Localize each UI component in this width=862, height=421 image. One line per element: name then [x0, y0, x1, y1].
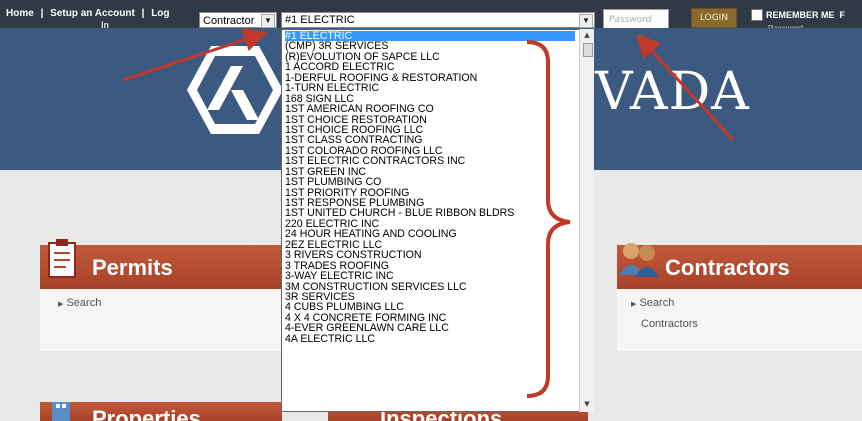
login-link[interactable]: Log: [151, 8, 169, 19]
cutoff-text: F: [839, 10, 846, 20]
dropdown-option[interactable]: 4A ELECTRIC LLC: [285, 334, 575, 344]
dropdown-option[interactable]: 1ST CHOICE ROOFING LLC: [285, 125, 575, 135]
dropdown-option[interactable]: 1ST CLASS CONTRACTING: [285, 135, 575, 145]
logo-text: VADA: [595, 62, 750, 122]
dropdown-option[interactable]: 3R SERVICES: [285, 292, 575, 302]
permits-title: Permits: [92, 255, 173, 280]
login-button[interactable]: LOGIN: [691, 8, 737, 28]
dropdown-option[interactable]: 24 HOUR HEATING AND COOLING: [285, 229, 575, 239]
dropdown-option[interactable]: 1ST COLORADO ROOFING LLC: [285, 146, 575, 156]
dropdown-scrollbar[interactable]: ▲ ▼: [579, 29, 594, 412]
nav-separator: |: [141, 8, 145, 19]
dropdown-option[interactable]: 4 X 4 CONCRETE FORMING INC: [285, 313, 575, 323]
dropdown-option[interactable]: (CMP) 3R SERVICES: [285, 41, 575, 51]
permits-search-link[interactable]: ▶ Search: [58, 297, 101, 309]
dropdown-option[interactable]: 1ST UNITED CHURCH - BLUE RIBBON BLDRS: [285, 208, 575, 218]
dropdown-option[interactable]: 168 SIGN LLC: [285, 94, 575, 104]
contractors-search-link[interactable]: ▶ Search: [631, 297, 674, 309]
dropdown-option[interactable]: 3M CONSTRUCTION SERVICES LLC: [285, 282, 575, 292]
dropdown-option[interactable]: 2EZ ELECTRIC LLC: [285, 240, 575, 250]
contractors-body: ▶ Search Contractors: [617, 289, 862, 351]
dropdown-items: #1 ELECTRIC (CMP) 3R SERVICES (R)EVOLUTION…: [285, 31, 575, 344]
dropdown-option[interactable]: 220 ELECTRIC INC: [285, 219, 575, 229]
dropdown-option[interactable]: 1ST GREEN INC: [285, 167, 575, 177]
logo-icon: [187, 46, 283, 134]
dropdown-option[interactable]: 1-TURN ELECTRIC: [285, 83, 575, 93]
setup-account-link[interactable]: Setup an Account: [50, 8, 135, 19]
dropdown-option[interactable]: 1 ACCORD ELECTRIC: [285, 62, 575, 72]
contractor-type-select[interactable]: Contractor ▼: [199, 12, 277, 28]
remember-me-label: REMEMBER ME F: [766, 10, 845, 20]
contractors-search-label: Search: [639, 297, 675, 309]
name-select-value: #1 ELECTRIC: [285, 14, 355, 26]
dropdown-option[interactable]: 1ST RESPONSE PLUMBING: [285, 198, 575, 208]
dropdown-option[interactable]: 1ST PRIORITY ROOFING: [285, 188, 575, 198]
permits-body: ▶ Search: [40, 289, 282, 351]
dropdown-option[interactable]: 1ST ELECTRIC CONTRACTORS INC: [285, 156, 575, 166]
contractors-header: Contractors: [617, 243, 862, 289]
nav-separator: |: [40, 8, 44, 19]
top-nav: Home | Setup an Account | Log In: [6, 8, 170, 30]
permits-header: Permits: [40, 239, 282, 289]
dropdown-option[interactable]: 3 RIVERS CONSTRUCTION: [285, 250, 575, 260]
dropdown-option[interactable]: 1ST PLUMBING CO: [285, 177, 575, 187]
triangle-right-icon: ▶: [631, 301, 637, 308]
dropdown-option[interactable]: 1-DERFUL ROOFING & RESTORATION: [285, 73, 575, 83]
permits-search-label: Search: [66, 297, 102, 309]
contractors-link[interactable]: Contractors: [641, 318, 698, 330]
type-select-value: Contractor: [203, 15, 255, 27]
chevron-down-icon[interactable]: ▼: [261, 14, 275, 28]
scroll-up-icon[interactable]: ▲: [582, 31, 592, 41]
dropdown-option[interactable]: 3 TRADES ROOFING: [285, 261, 575, 271]
password-field[interactable]: Password: [603, 9, 669, 29]
properties-header: Properties: [40, 402, 282, 421]
dropdown-option[interactable]: 3-WAY ELECTRIC INC: [285, 271, 575, 281]
clipboard-icon: [48, 239, 76, 278]
dropdown-option[interactable]: 4 CUBS PLUMBING LLC: [285, 302, 575, 312]
scroll-down-icon[interactable]: ▼: [582, 400, 592, 410]
home-link[interactable]: Home: [6, 8, 34, 19]
chevron-down-icon[interactable]: ▼: [579, 14, 593, 28]
contractor-dropdown-list[interactable]: #1 ELECTRIC (CMP) 3R SERVICES (R)EVOLUTION…: [281, 29, 594, 412]
properties-title: Properties: [92, 406, 201, 421]
building-icon: [52, 402, 70, 421]
remember-me-checkbox[interactable]: [751, 9, 763, 21]
dropdown-option[interactable]: #1 ELECTRIC: [285, 31, 575, 42]
scroll-thumb[interactable]: [583, 43, 593, 57]
remember-me-text: REMEMBER ME: [766, 10, 835, 20]
dropdown-option[interactable]: 4-EVER GREENLAWN CARE LLC: [285, 323, 575, 333]
dropdown-option[interactable]: 1ST CHOICE RESTORATION: [285, 115, 575, 125]
triangle-right-icon: ▶: [58, 301, 64, 308]
dropdown-option[interactable]: (R)EVOLUTION OF SAPCE LLC: [285, 52, 575, 62]
people-icon: [619, 243, 659, 277]
dropdown-option[interactable]: 1ST AMERICAN ROOFING CO: [285, 104, 575, 114]
contractor-name-select[interactable]: #1 ELECTRIC ▼: [281, 12, 595, 28]
contractors-title: Contractors: [665, 255, 790, 280]
